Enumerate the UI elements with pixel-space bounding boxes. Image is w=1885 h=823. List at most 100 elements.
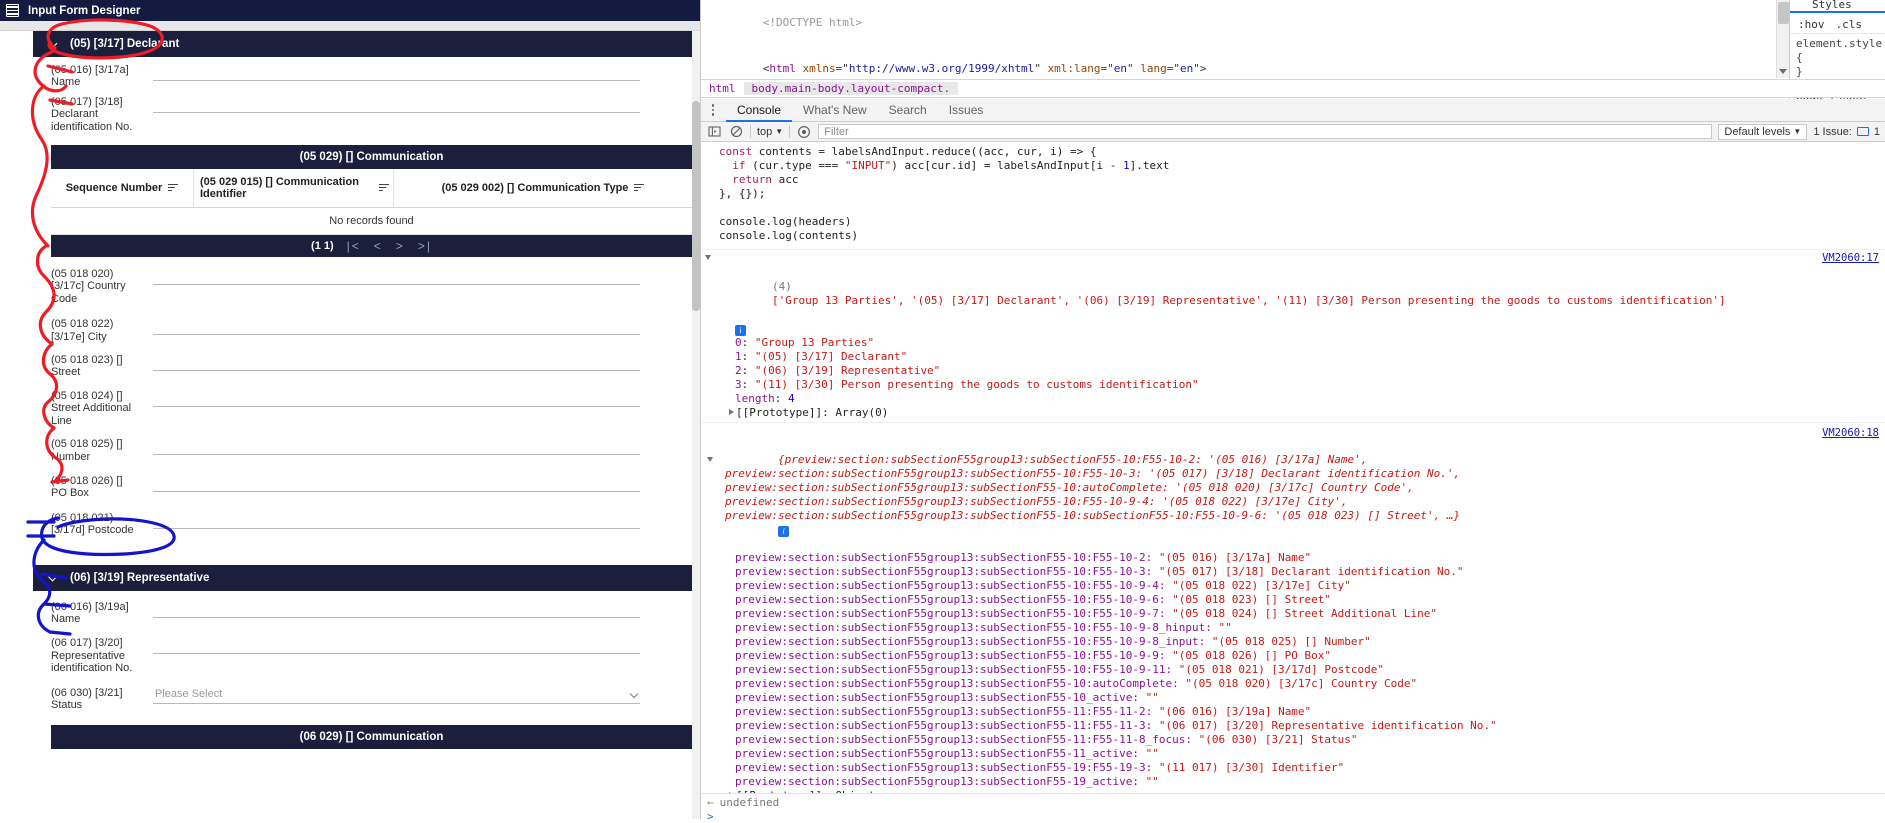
collapse-triangle-icon[interactable] xyxy=(705,253,713,267)
property-value: "(05 016) [3/17a] Name" xyxy=(1158,551,1312,564)
input-street[interactable] xyxy=(153,353,640,372)
field-row-rep-id: (06 017) [3/20] Representative identific… xyxy=(33,625,692,674)
object-preview-line[interactable]: {preview:section:subSectionF55group13:su… xyxy=(701,425,1885,551)
tab-issues[interactable]: Issues xyxy=(938,99,995,122)
log-level-selector[interactable]: Default levels ▼ xyxy=(1718,123,1808,140)
select-status[interactable]: Please Select xyxy=(153,686,640,704)
property-key: preview:section:subSectionF55group13:sub… xyxy=(735,705,1153,718)
pager-last-icon[interactable]: >| xyxy=(418,239,432,253)
input-number[interactable] xyxy=(153,437,640,456)
array-preview: ['Group 13 Parties', '(05) [3/17] Declar… xyxy=(771,294,1726,307)
input-declarant-name[interactable] xyxy=(153,63,640,81)
object-property: preview:section:subSectionF55group13:sub… xyxy=(701,607,1885,621)
issues-indicator[interactable]: 1 Issue: 1 xyxy=(1813,126,1880,138)
element-style-rule[interactable]: element.style { xyxy=(1796,37,1882,65)
breadcrumb-item-html[interactable]: html xyxy=(701,82,744,95)
breadcrumb-item-body[interactable]: body.main-body.layout-compact. xyxy=(743,82,959,95)
input-form-designer-app: Input Form Designer (05) [3/17] Declaran… xyxy=(0,0,700,819)
array-index: 2 xyxy=(735,364,742,377)
array-value: "(11) [3/30] Person presenting the goods… xyxy=(754,378,1199,391)
array-index: 3 xyxy=(735,378,742,391)
app-form-scroll-area: (05) [3/17] Declarant (05 016) [3/17a] N… xyxy=(0,31,692,819)
column-header-communication-identifier[interactable]: (05 029 015) [] Communication Identifier xyxy=(194,169,394,208)
field-row-status: (06 030) [3/21] Status Please Select xyxy=(33,675,692,712)
object-property: preview:section:subSectionF55group13:sub… xyxy=(701,649,1885,663)
prompt-arrow-icon: > xyxy=(707,809,714,823)
section-header-label: (05) [3/17] Declarant xyxy=(70,38,180,50)
code-line: return acc xyxy=(732,173,799,186)
array-length-row: length: 4 xyxy=(735,392,795,405)
sort-icon[interactable] xyxy=(168,184,179,192)
communication-grid-representative: (06 029) [] Communication xyxy=(51,725,692,750)
sort-icon[interactable] xyxy=(634,184,645,192)
input-declarant-identification-no[interactable] xyxy=(153,94,640,113)
property-key: preview:section:subSectionF55group13:sub… xyxy=(735,607,1166,620)
execution-context-selector[interactable]: top ▼ xyxy=(757,126,783,138)
property-value: "(05 018 024) [] Street Additional Line" xyxy=(1172,607,1437,620)
console-input-row[interactable]: > xyxy=(701,807,1885,823)
property-value: "(05 018 021) [3/17d] Postcode" xyxy=(1178,663,1385,676)
array-length-prefix: (4) xyxy=(771,280,792,293)
app-vertical-scrollbar[interactable] xyxy=(692,31,700,819)
scroll-down-arrow-icon[interactable] xyxy=(1779,69,1787,74)
field-row-name: (05 016) [3/17a] Name xyxy=(33,57,692,89)
field-label: (06 017) [3/20] Representative identific… xyxy=(51,637,133,675)
section-header-declarant[interactable]: (05) [3/17] Declarant xyxy=(33,31,692,57)
object-property: preview:section:subSectionF55group13:sub… xyxy=(701,621,1885,635)
menu-icon[interactable] xyxy=(6,4,19,17)
column-header-sequence-number[interactable]: Sequence Number xyxy=(51,169,194,208)
array-index: 0 xyxy=(735,336,742,349)
input-po-box[interactable] xyxy=(153,473,640,492)
app-title: Input Form Designer xyxy=(28,4,141,17)
field-label: (05 018 024) [] Street Additional Line xyxy=(51,389,132,427)
field-label: (06 016) [3/19a] Name xyxy=(51,600,129,625)
pager-next-icon[interactable]: > xyxy=(396,239,405,253)
pager-prev-icon[interactable]: < xyxy=(374,239,383,253)
object-property: preview:section:subSectionF55group13:sub… xyxy=(701,775,1885,789)
clear-console-icon[interactable] xyxy=(728,124,744,140)
input-representative-identification-no[interactable] xyxy=(153,636,640,655)
column-header-communication-type[interactable]: (05 029 002) [] Communication Type xyxy=(394,169,692,207)
sort-icon[interactable] xyxy=(378,184,389,192)
console-drawer-tabs: Console What's New Search Issues xyxy=(701,99,1885,122)
result-arrow-icon: ← xyxy=(707,795,714,809)
console-sidebar-toggle-icon[interactable] xyxy=(706,124,722,140)
prototype-row[interactable]: [[Prototype]]: Array(0) xyxy=(701,406,1885,420)
expand-triangle-icon[interactable] xyxy=(729,409,734,415)
class-filter-toggle[interactable]: .cls xyxy=(1836,18,1863,31)
pager-first-icon[interactable]: |< xyxy=(347,239,361,253)
object-property: preview:section:subSectionF55group13:sub… xyxy=(701,733,1885,747)
property-key: preview:section:subSectionF55group13:sub… xyxy=(735,663,1173,676)
collapse-triangle-icon[interactable] xyxy=(707,455,715,469)
column-header-label: Sequence Number xyxy=(65,182,163,195)
tab-whats-new[interactable]: What's New xyxy=(792,99,878,122)
property-key: preview:section:subSectionF55group13:sub… xyxy=(735,635,1206,648)
console-filter-input[interactable] xyxy=(818,124,1713,139)
input-country-code[interactable] xyxy=(153,267,640,286)
section-header-representative[interactable]: (06) [3/19] Representative xyxy=(33,564,692,591)
form-area: (05) [3/17] Declarant (05 016) [3/17a] N… xyxy=(33,31,692,750)
tab-console[interactable]: Console xyxy=(726,99,793,122)
hover-state-toggle[interactable]: :hov xyxy=(1798,18,1825,31)
more-options-icon[interactable] xyxy=(706,104,720,116)
property-key: preview:section:subSectionF55group13:sub… xyxy=(735,677,1179,690)
input-city[interactable] xyxy=(153,317,640,336)
field-label: (05 017) [3/18] Declarant identification… xyxy=(51,95,133,133)
property-key: preview:section:subSectionF55group13:sub… xyxy=(735,551,1153,564)
console-settings-eye-icon[interactable] xyxy=(796,124,812,140)
console-entry-array: VM2060:17 (4) ['Group 13 Parties', '(05)… xyxy=(701,250,1885,423)
object-property: preview:section:subSectionF55group13:sub… xyxy=(701,705,1885,719)
input-street-additional-line[interactable] xyxy=(153,388,640,407)
array-header-line[interactable]: (4) ['Group 13 Parties', '(05) [3/17] De… xyxy=(701,252,1885,322)
devtools-panel: <!DOCTYPE html> <html xmlns="http://www.… xyxy=(700,0,1885,823)
scrollbar-thumb[interactable] xyxy=(1778,2,1789,24)
input-postcode[interactable] xyxy=(153,510,640,529)
field-label: (05 016) [3/17a] Name xyxy=(51,64,129,89)
tab-search[interactable]: Search xyxy=(878,99,938,122)
styles-tab[interactable]: Styles xyxy=(1790,0,1885,13)
object-preview-text: {preview:section:subSectionF55group13:su… xyxy=(725,453,1467,522)
elements-vertical-scrollbar[interactable] xyxy=(1776,0,1789,78)
object-property: preview:section:subSectionF55group13:sub… xyxy=(701,761,1885,775)
input-representative-name[interactable] xyxy=(153,599,640,618)
scrollbar-thumb[interactable] xyxy=(692,101,700,311)
